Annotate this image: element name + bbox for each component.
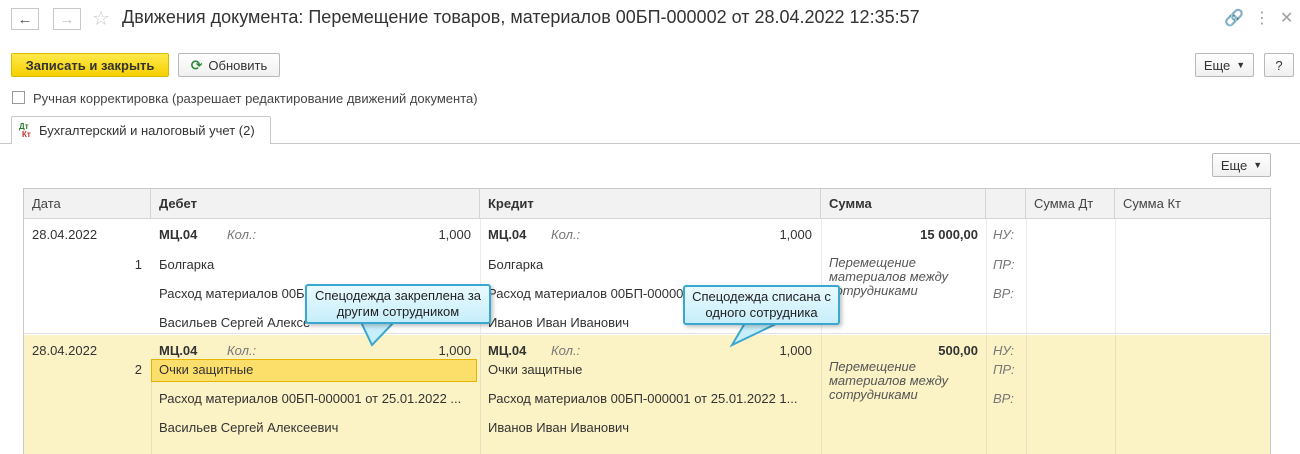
callout-pointers <box>358 319 779 348</box>
callout-left: Спецодежда закреплена за другим сотрудни… <box>305 284 491 324</box>
callout-right: Спецодежда списана с одного сотрудника <box>683 285 840 325</box>
callout-pointer-right <box>729 322 779 348</box>
